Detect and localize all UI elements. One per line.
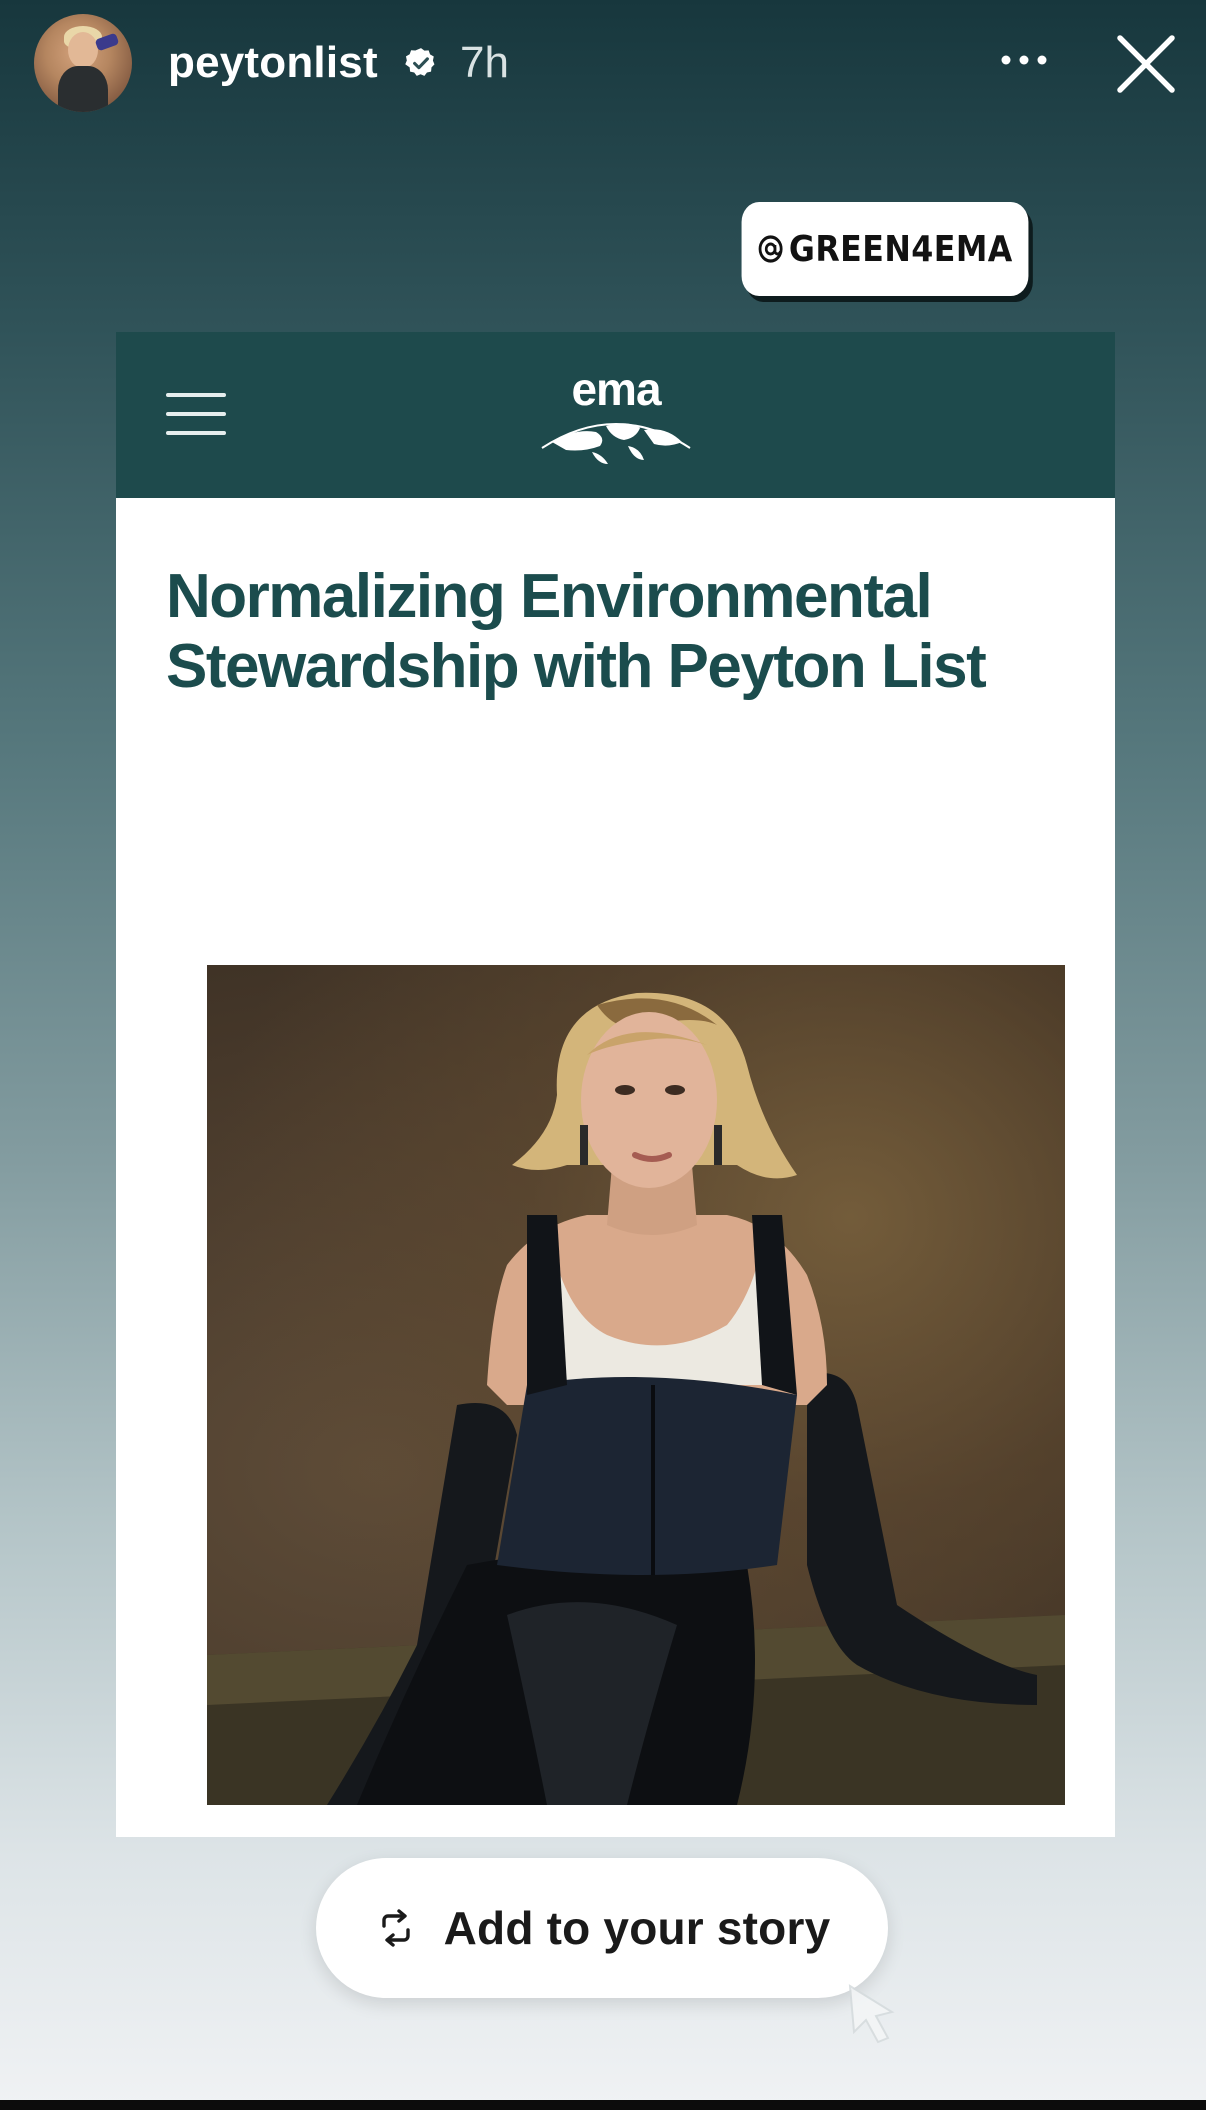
portrait-illustration — [207, 992, 1065, 1805]
add-to-story-label: Add to your story — [443, 1902, 831, 1954]
threads-at-icon — [758, 235, 783, 263]
article-nav-bar: ema — [116, 332, 1115, 498]
more-horizontal-icon[interactable] — [996, 40, 1052, 80]
hamburger-menu-icon[interactable] — [166, 393, 226, 435]
article-card[interactable]: ema Normalizing Environmental Stewardshi… — [116, 332, 1115, 1837]
ema-logo[interactable]: ema — [536, 362, 696, 472]
story-header: peytonlist 7h — [0, 0, 1206, 130]
verified-badge-icon — [405, 48, 435, 76]
avatar-body — [58, 66, 108, 112]
mention-sticker[interactable]: GREEN4EMA — [741, 202, 1029, 296]
globe-icon — [541, 423, 691, 464]
time-ago: 7h — [460, 38, 509, 87]
screen-bottom-edge — [0, 2100, 1206, 2110]
add-to-story-button[interactable]: Add to your story — [316, 1858, 888, 1998]
repost-icon — [381, 1909, 410, 1947]
portrait-photo[interactable] — [207, 965, 1065, 1805]
hand-cursor-icon — [848, 1984, 895, 2044]
instagram-story-viewer: peytonlist 7h GREEN4EMA ema Normalizing … — [0, 0, 1206, 2110]
avatar-face — [68, 32, 98, 68]
username[interactable]: peytonlist — [168, 38, 378, 88]
close-icon[interactable] — [1112, 30, 1180, 98]
article-headline[interactable]: Normalizing Environmental Stewardship wi… — [166, 562, 1066, 702]
avatar[interactable] — [34, 14, 132, 112]
mention-handle: GREEN4EMA — [788, 228, 1013, 270]
